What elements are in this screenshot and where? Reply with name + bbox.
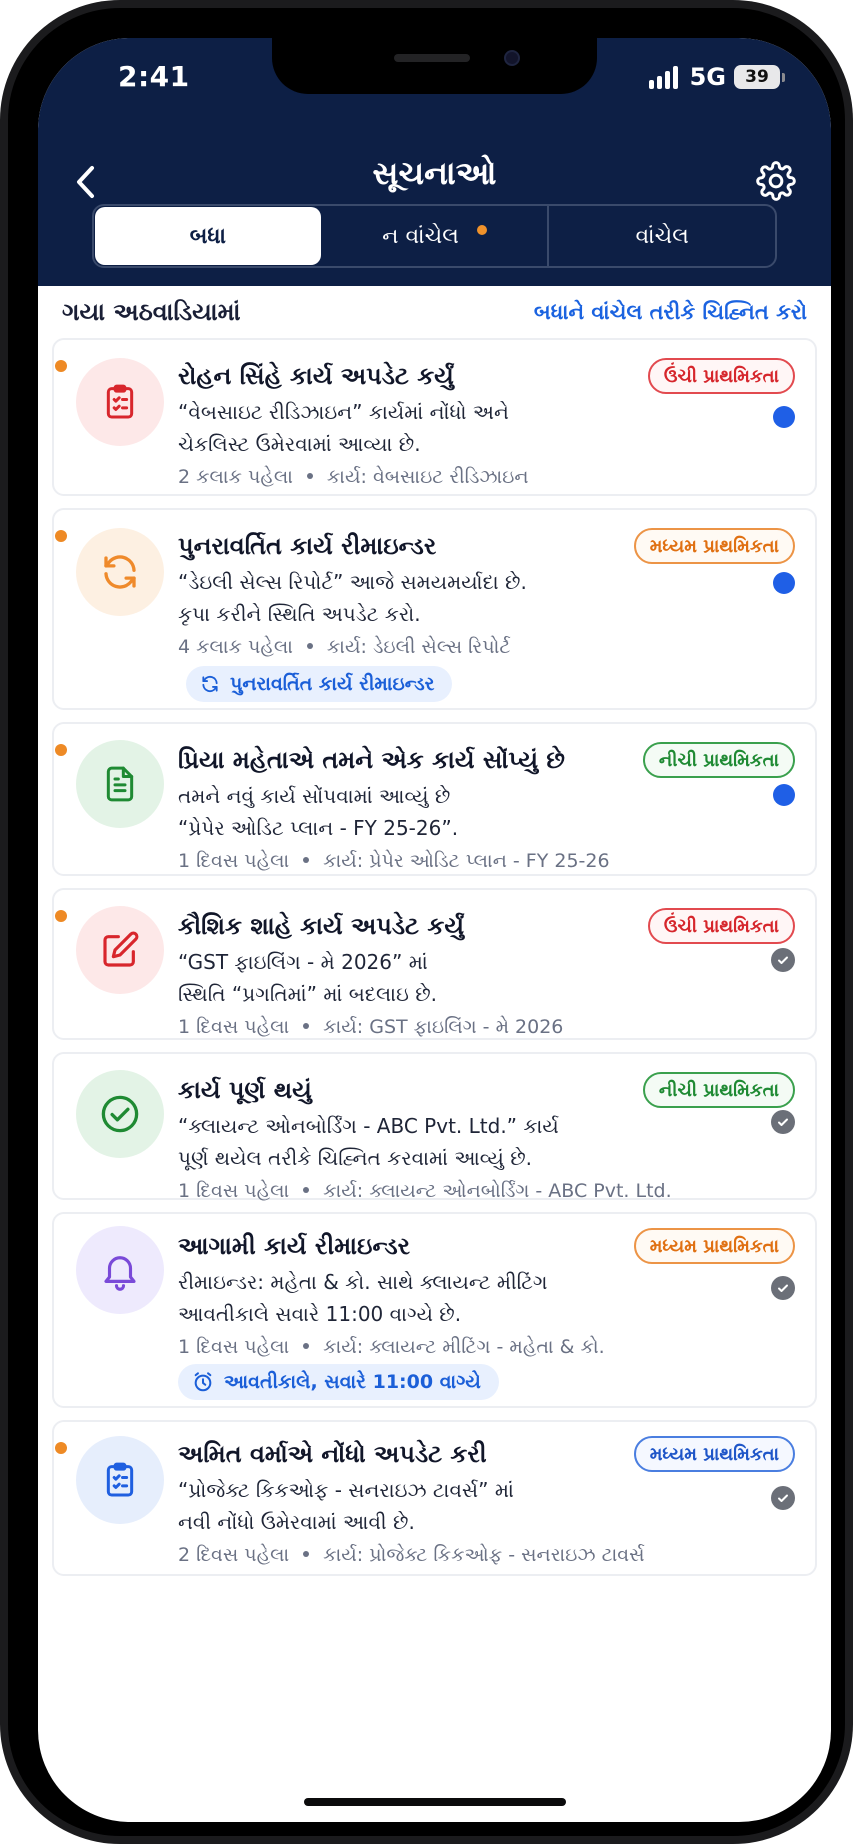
clipboard-list-icon — [76, 1436, 164, 1524]
notification-task: કાર્ય: પ્રેપેર ઓડિટ પ્લાન - FY 25-26 — [323, 850, 610, 872]
notification-time: 1 દિવસ પહેલા — [178, 1336, 290, 1358]
unread-indicator-dot — [476, 225, 487, 235]
tab-unread[interactable]: ન વાંચેલ — [322, 206, 548, 266]
section-title: ગયા અઠવાડિયામાં — [62, 298, 241, 326]
reminder-time-chip: આવતીકાલે, સવારે 11:00 વાગ્યે — [178, 1364, 499, 1400]
refresh-icon — [76, 528, 164, 616]
notification-desc: “ક્લાયન્ટ ઓનબોર્ડિંગ - ABC Pvt. Ltd.” કા… — [178, 1114, 559, 1170]
notification-time: 2 કલાક પહેલા — [178, 466, 293, 488]
notification-meta: 4 કલાક પહેલા કાર્ય: ડેઇલી સેલ્સ રિપોર્ટ — [178, 636, 795, 658]
unread-status-dot — [773, 572, 795, 594]
notification-card[interactable]: રોહન સિંહે કાર્ય અપડેટ કર્યું “વેબસાઇટ ર… — [52, 338, 817, 496]
phone-frame: 2:41 5G 39 સૂચનાઓ બધા ન વાંચેલ વાંચેલ ગય… — [0, 0, 853, 1844]
unread-dot — [55, 1442, 67, 1454]
notification-task: કાર્ય: ડેઇલી સેલ્સ રિપોર્ટ — [326, 636, 511, 658]
phone-bezel: 2:41 5G 39 સૂચનાઓ બધા ન વાંચેલ વાંચેલ ગય… — [8, 8, 845, 1836]
notification-card[interactable]: આગામી કાર્ય રીમાઇન્ડર રીમાઇન્ડર: મહેતા &… — [52, 1212, 817, 1408]
bell-icon — [76, 1226, 164, 1314]
notification-meta: 1 દિવસ પહેલા કાર્ય: પ્રેપેર ઓડિટ પ્લાન - … — [178, 850, 795, 872]
notification-task: કાર્ય: વેબસાઇટ રીડિઝાઇન — [326, 466, 529, 488]
read-check-icon — [771, 948, 795, 972]
tab-all-label: બધા — [189, 223, 226, 249]
priority-badge: નીચી પ્રાથમિકતા — [642, 1072, 795, 1108]
unread-status-dot — [773, 784, 795, 806]
notification-task: કાર્ય: ક્લાયન્ટ ઓનબોર્ડિંગ - ABC Pvt. Lt… — [323, 1180, 672, 1202]
priority-badge: ઉંચી પ્રાથમિકતા — [647, 358, 795, 394]
unread-status-dot — [773, 406, 795, 428]
notification-time: 2 દિવસ પહેલા — [178, 1544, 290, 1566]
status-indicators: 5G 39 — [648, 60, 785, 94]
notification-time: 1 દિવસ પહેલા — [178, 850, 290, 872]
unread-dot — [55, 744, 67, 756]
chip-label: પુનરાવર્તિત કાર્ય રીમાઇન્ડર — [230, 673, 435, 695]
notification-task: કાર્ય: પ્રોજેક્ટ કિકઓફ - સનરાઇઝ ટાવર્સ — [323, 1544, 645, 1566]
notification-task: કાર્ય: GST ફાઇલિંગ - મે 2026 — [323, 1016, 564, 1038]
mark-all-read-link[interactable]: બધાને વાંચેલ તરીકે ચિહ્નિત કરો — [534, 300, 807, 325]
settings-button[interactable] — [751, 156, 801, 206]
front-camera — [504, 50, 520, 66]
priority-badge: મધ્યમ પ્રાથમિકતા — [633, 528, 795, 564]
notification-desc: “GST ફાઇલિંગ - મે 2026” માં સ્થિતિ “પ્રગત… — [178, 950, 438, 1006]
notification-time: 1 દિવસ પહેલા — [178, 1016, 290, 1038]
notification-card[interactable]: પ્રિયા મહેતાએ તમને એક કાર્ય સોંપ્યું છે … — [52, 722, 817, 876]
tab-unread-label: ન વાંચેલ — [382, 223, 459, 249]
notification-desc: “ડેઇલી સેલ્સ રિપોર્ટ” આજે સમયમર્યાદા છે.… — [178, 570, 527, 626]
tab-read-label: વાંચેલ — [635, 223, 689, 249]
notification-desc: “વેબસાઇટ રીડિઝાઇન” કાર્યમાં નોંધો અને ચેક… — [178, 400, 509, 456]
unread-dot — [55, 910, 67, 922]
notification-meta: 1 દિવસ પહેલા કાર્ય: GST ફાઇલિંગ - મે 2026 — [178, 1016, 795, 1038]
read-check-icon — [771, 1110, 795, 1134]
priority-badge: મધ્યમ પ્રાથમિકતા — [633, 1436, 795, 1472]
section-header: ગયા અઠવાડિયામાં બધાને વાંચેલ તરીકે ચિહ્ન… — [62, 298, 807, 326]
notification-card[interactable]: પુનરાવર્તિત કાર્ય રીમાઇન્ડર “ડેઇલી સેલ્સ… — [52, 508, 817, 710]
priority-badge: નીચી પ્રાથમિકતા — [642, 742, 795, 778]
network-type: 5G — [689, 63, 726, 91]
home-indicator[interactable] — [304, 1798, 566, 1806]
notification-meta: 1 દિવસ પહેલા કાર્ય: ક્લાયન્ટ મીટિંગ - મહે… — [178, 1336, 795, 1358]
alarm-clock-icon — [194, 1372, 212, 1392]
refresh-small-icon — [202, 675, 218, 693]
read-check-icon — [771, 1276, 795, 1300]
notification-card[interactable]: અમિત વર્માએ નોંધો અપડેટ કરી “પ્રોજેક્ટ ક… — [52, 1420, 817, 1576]
tab-read[interactable]: વાંચેલ — [547, 206, 775, 266]
notification-desc: “પ્રોજેક્ટ કિકઓફ - સનરાઇઝ ટાવર્સ” માં નવી… — [178, 1478, 514, 1534]
chip-label: આવતીકાલે, સવારે 11:00 વાગ્યે — [224, 1371, 481, 1393]
notification-card[interactable]: કૌશિક શાહે કાર્ય અપડેટ કર્યું “GST ફાઇલિ… — [52, 888, 817, 1040]
page-title: સૂચનાઓ — [372, 154, 497, 192]
recurring-chip: પુનરાવર્તિત કાર્ય રીમાઇન્ડર — [186, 666, 453, 702]
notification-task: કાર્ય: ક્લાયન્ટ મીટિંગ - મહેતા & કો. — [323, 1336, 605, 1358]
battery-icon: 39 — [734, 65, 780, 89]
priority-badge: મધ્યમ પ્રાથમિકતા — [633, 1228, 795, 1264]
tab-all[interactable]: બધા — [95, 207, 321, 265]
notification-time: 1 દિવસ પહેલા — [178, 1180, 290, 1202]
gear-icon — [756, 161, 796, 201]
signal-icon — [648, 65, 678, 89]
camera-notch — [272, 38, 597, 94]
unread-dot — [55, 360, 67, 372]
notification-card[interactable]: કાર્ય પૂર્ણ થયું “ક્લાયન્ટ ઓનબોર્ડિંગ - … — [52, 1052, 817, 1202]
edit-icon — [76, 906, 164, 994]
notification-meta: 1 દિવસ પહેલા કાર્ય: ક્લાયન્ટ ઓનબોર્ડિંગ -… — [178, 1180, 795, 1202]
speaker-grille — [394, 54, 470, 62]
app-screen: 2:41 5G 39 સૂચનાઓ બધા ન વાંચેલ વાંચેલ ગય… — [38, 38, 831, 1822]
priority-badge: ઉંચી પ્રાથમિકતા — [647, 908, 795, 944]
read-check-icon — [771, 1486, 795, 1510]
notification-time: 4 કલાક પહેલા — [178, 636, 293, 658]
document-icon — [76, 740, 164, 828]
check-circle-icon — [76, 1070, 164, 1158]
battery-cap — [782, 72, 785, 82]
unread-dot — [55, 530, 67, 542]
clipboard-list-icon — [76, 358, 164, 446]
notification-meta: 2 કલાક પહેલા કાર્ય: વેબસાઇટ રીડિઝાઇન — [178, 466, 795, 488]
notification-desc: તમને નવું કાર્ય સોંપવામાં આવ્યું છે “પ્રે… — [178, 784, 459, 840]
filter-tabs: બધા ન વાંચેલ વાંચેલ — [92, 204, 777, 268]
app-header: 2:41 5G 39 સૂચનાઓ બધા ન વાંચેલ વાંચેલ — [38, 38, 831, 286]
notification-desc: રીમાઇન્ડર: મહેતા & કો. સાથે ક્લાયન્ટ મીટ… — [178, 1270, 548, 1326]
notification-meta: 2 દિવસ પહેલા કાર્ય: પ્રોજેક્ટ કિકઓફ - સનર… — [178, 1544, 795, 1566]
status-time: 2:41 — [118, 60, 190, 93]
